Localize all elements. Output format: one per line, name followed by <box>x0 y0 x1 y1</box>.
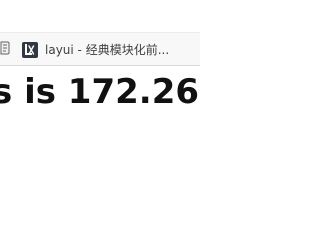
toolbar-area <box>0 0 200 32</box>
page-text: s is 172.26 <box>0 72 200 112</box>
layui-logo-icon <box>22 42 38 58</box>
bookmark-layui[interactable]: layui - 经典模块化前... <box>20 40 198 60</box>
browser-screen: layui - 经典模块化前... s is 172.26 <box>0 0 200 200</box>
bookmark-favicon-icon <box>0 41 10 55</box>
bookmark-label: layui - 经典模块化前... <box>45 43 170 57</box>
previous-bookmark[interactable] <box>0 41 12 59</box>
bookmarks-bar: layui - 经典模块化前... <box>0 32 200 66</box>
